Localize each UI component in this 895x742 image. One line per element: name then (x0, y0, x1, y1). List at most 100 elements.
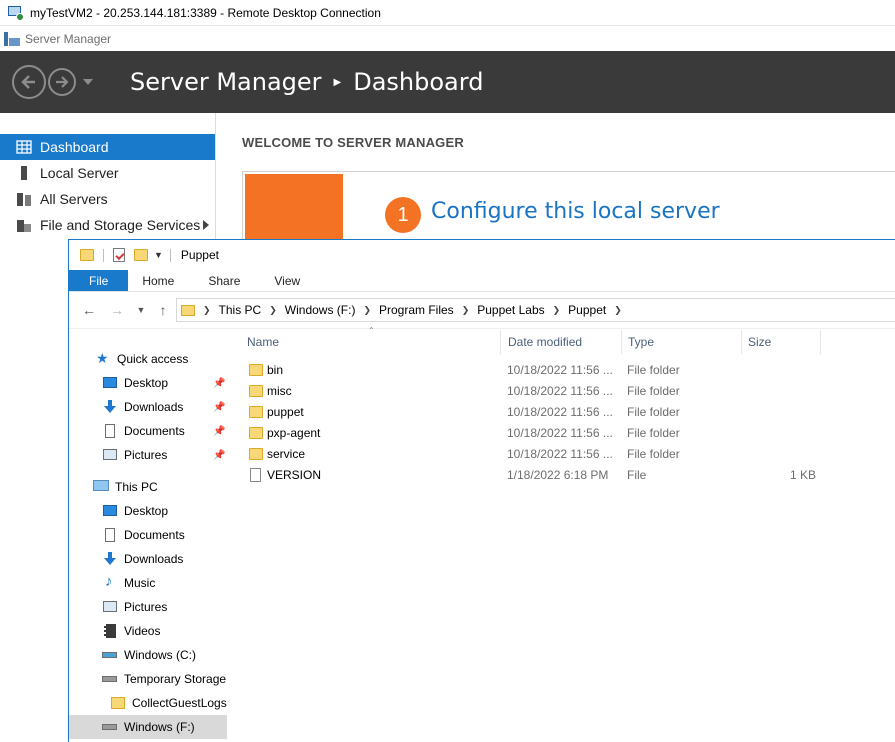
folder-icon (181, 304, 195, 316)
breadcrumb-this-pc[interactable]: This PC (219, 303, 262, 317)
file-type: File folder (627, 447, 680, 461)
file-date: 1/18/2022 6:18 PM (507, 468, 609, 482)
drive-icon (102, 672, 118, 686)
column-divider[interactable] (820, 330, 821, 354)
nav-quick-access[interactable]: ★ Quick access (69, 347, 227, 371)
breadcrumb-puppet[interactable]: Puppet (568, 303, 606, 317)
document-icon (102, 528, 118, 542)
properties-button[interactable] (113, 248, 125, 262)
column-date-modified[interactable]: Date modified (506, 328, 621, 356)
folder-icon (249, 448, 263, 460)
tab-view[interactable]: View (260, 270, 320, 291)
file-row[interactable]: misc 10/18/2022 11:56 ... File folder (245, 381, 895, 402)
nav-pc-temporary-storage[interactable]: Temporary Storage (69, 667, 227, 691)
nav-pc-videos[interactable]: Videos (69, 619, 227, 643)
nav-pc-pictures[interactable]: Pictures (69, 595, 227, 619)
nav-label: Windows (F:) (124, 720, 195, 734)
new-folder-button[interactable] (134, 249, 148, 261)
sidebar-item-label: Local Server (40, 165, 119, 181)
tab-share[interactable]: Share (194, 270, 260, 291)
file-date: 10/18/2022 11:56 ... (507, 363, 613, 377)
arrow-left-icon (21, 75, 35, 89)
folder-icon (249, 427, 263, 439)
forward-button[interactable] (48, 68, 76, 96)
pin-icon[interactable]: 📌 (213, 378, 225, 389)
folder-icon (110, 696, 126, 710)
pin-icon[interactable]: 📌 (213, 426, 225, 437)
breadcrumb-program-files[interactable]: Program Files (379, 303, 454, 317)
server-manager-icon (4, 32, 20, 46)
nav-pc-downloads[interactable]: Downloads (69, 547, 227, 571)
file-row[interactable]: pxp-agent 10/18/2022 11:56 ... File fold… (245, 423, 895, 444)
chevron-right-icon[interactable]: ❯ (363, 305, 371, 316)
forward-arrow-icon[interactable]: → (109, 302, 125, 318)
nav-pc-documents[interactable]: Documents (69, 523, 227, 547)
sidebar-item-file-and-storage[interactable]: File and Storage Services (0, 212, 215, 238)
file-name: misc (267, 384, 292, 398)
nav-label: This PC (115, 480, 158, 494)
customize-toolbar-dropdown-icon[interactable]: ▼ (154, 250, 163, 260)
nav-label: Documents (124, 424, 185, 438)
file-row[interactable]: bin 10/18/2022 11:56 ... File folder (245, 360, 895, 381)
file-row[interactable]: puppet 10/18/2022 11:56 ... File folder (245, 402, 895, 423)
history-dropdown-icon[interactable] (83, 79, 93, 85)
sidebar-item-dashboard[interactable]: Dashboard (0, 134, 215, 160)
file-date: 10/18/2022 11:56 ... (507, 405, 613, 419)
nav-this-pc[interactable]: This PC (69, 475, 227, 499)
nav-quick-downloads[interactable]: Downloads 📌 (69, 395, 227, 419)
column-name[interactable]: Name (245, 328, 500, 356)
up-arrow-icon[interactable]: ↑ (155, 302, 171, 318)
column-size[interactable]: Size (746, 328, 820, 356)
nav-pc-windows-c[interactable]: Windows (C:) (69, 643, 227, 667)
recent-locations-dropdown-icon[interactable]: ▼ (133, 305, 149, 315)
chevron-right-icon[interactable]: ❯ (462, 305, 470, 316)
breadcrumb-windows-f[interactable]: Windows (F:) (285, 303, 356, 317)
nav-label: Videos (124, 624, 161, 638)
nav-quick-pictures[interactable]: Pictures 📌 (69, 443, 227, 467)
nav-pc-windows-f[interactable]: Windows (F:) (69, 715, 227, 739)
chevron-right-icon[interactable]: ❯ (553, 305, 561, 316)
nav-label: Music (124, 576, 156, 590)
servers-icon (16, 191, 32, 207)
column-divider[interactable] (500, 330, 501, 354)
back-button[interactable] (12, 65, 46, 99)
pin-icon[interactable]: 📌 (213, 450, 225, 461)
nav-quick-documents[interactable]: Documents 📌 (69, 419, 227, 443)
nav-label: Downloads (124, 400, 184, 414)
sidebar-item-all-servers[interactable]: All Servers (0, 186, 215, 212)
nav-quick-desktop[interactable]: Desktop 📌 (69, 371, 227, 395)
server-manager-caption: Server Manager (0, 27, 895, 51)
pictures-icon (102, 448, 118, 462)
step-number-badge: 1 (385, 197, 421, 233)
tab-home[interactable]: Home (128, 270, 194, 291)
sidebar-item-local-server[interactable]: Local Server (0, 160, 215, 186)
column-divider[interactable] (621, 330, 622, 354)
folder-icon (80, 249, 94, 261)
server-icon (16, 165, 32, 181)
pin-icon[interactable]: 📌 (213, 402, 225, 413)
file-row[interactable]: service 10/18/2022 11:56 ... File folder (245, 444, 895, 465)
file-name: bin (267, 363, 284, 377)
file-row[interactable]: VERSION 1/18/2022 6:18 PM File 1 KB (245, 465, 895, 486)
nav-pc-collectguestlogs[interactable]: CollectGuestLogsTemp (69, 691, 227, 715)
explorer-title-bar: ▼ Puppet (69, 240, 895, 270)
column-type[interactable]: Type (626, 328, 741, 356)
column-divider[interactable] (741, 330, 742, 354)
column-headers: Name Date modified Type Size (245, 328, 895, 356)
chevron-right-icon (203, 220, 209, 230)
music-icon: ♪ (105, 573, 113, 590)
configure-local-server-link[interactable]: Configure this local server (431, 199, 720, 224)
address-bar[interactable]: ❯ This PC ❯ Windows (F:) ❯ Program Files… (176, 298, 895, 322)
desktop-icon (102, 504, 118, 518)
nav-pc-music[interactable]: ♪ Music (69, 571, 227, 595)
tab-file[interactable]: File (69, 270, 129, 291)
breadcrumb-puppet-labs[interactable]: Puppet Labs (477, 303, 544, 317)
file-type: File folder (627, 384, 680, 398)
chevron-right-icon[interactable]: ❯ (269, 305, 277, 316)
document-icon (102, 424, 118, 438)
nav-pc-desktop[interactable]: Desktop (69, 499, 227, 523)
computer-icon (93, 480, 109, 494)
breadcrumb-app[interactable]: Server Manager (130, 68, 322, 96)
chevron-right-icon[interactable]: ❯ (614, 305, 622, 316)
back-arrow-icon[interactable]: ← (81, 302, 97, 318)
